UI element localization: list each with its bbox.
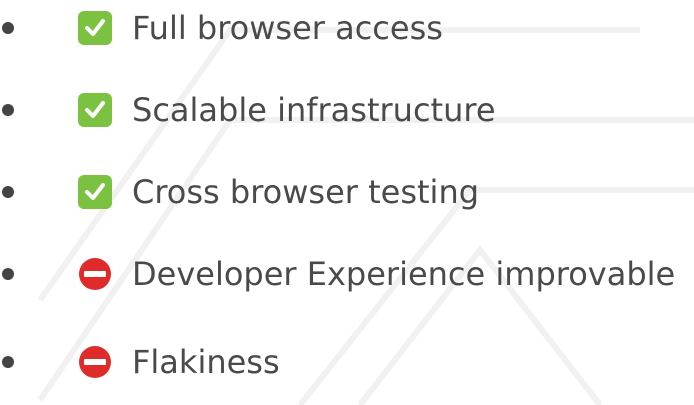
check-icon xyxy=(78,175,112,209)
check-icon xyxy=(78,11,112,45)
bullet-icon xyxy=(2,356,14,368)
list-item-full-browser-access: Full browser access xyxy=(0,0,694,56)
list-item-label: Full browser access xyxy=(132,9,443,47)
list-item-label: Cross browser testing xyxy=(132,173,480,211)
list-item-flakiness: Flakiness xyxy=(0,334,694,390)
bullet-icon xyxy=(2,186,14,198)
bullet-icon xyxy=(2,268,14,280)
list-item-label: Scalable infrastructure xyxy=(132,91,496,129)
list-item-label: Flakiness xyxy=(132,343,280,381)
list-item-scalable-infrastructure: Scalable infrastructure xyxy=(0,82,694,138)
bullet-icon xyxy=(2,104,14,116)
no-entry-icon xyxy=(78,345,112,379)
list-item-cross-browser-testing: Cross browser testing xyxy=(0,164,694,220)
bullet-icon xyxy=(2,22,14,34)
check-icon xyxy=(78,93,112,127)
list-item-developer-experience-improvable: Developer Experience improvable xyxy=(0,246,694,302)
no-entry-icon xyxy=(78,257,112,291)
list-item-label: Developer Experience improvable xyxy=(132,255,676,293)
